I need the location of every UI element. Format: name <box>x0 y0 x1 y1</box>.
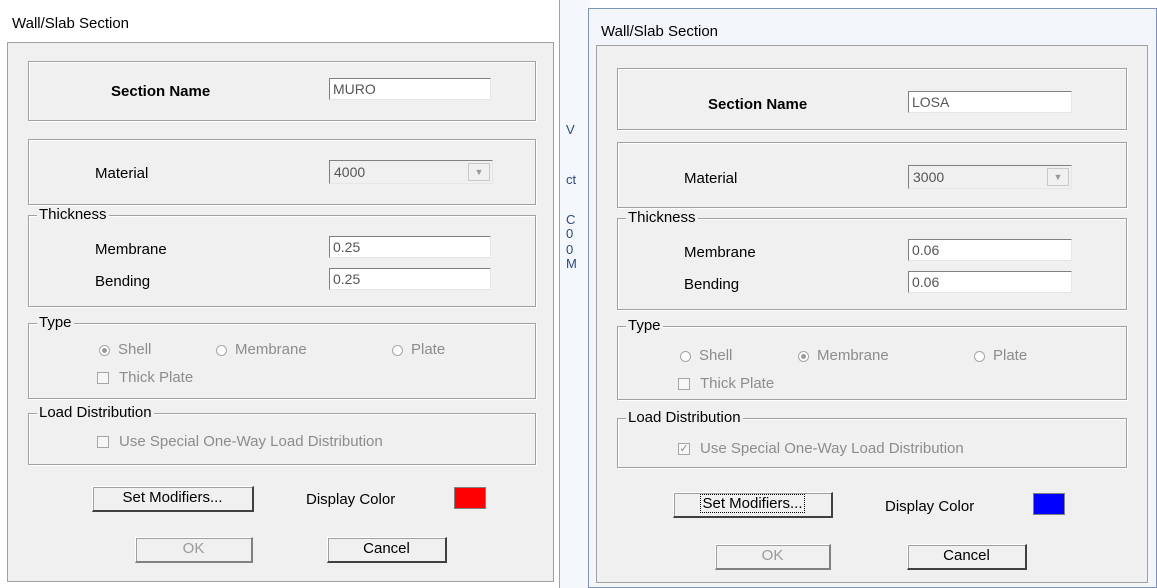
membrane-radio[interactable]: Membrane <box>216 341 307 359</box>
section-name-label: Section Name <box>111 83 211 100</box>
wall-slab-section-dialog-muro: Wall/Slab Section Section Name MURO Mate… <box>0 0 560 588</box>
radio-selected-icon <box>99 344 110 356</box>
material-dropdown[interactable]: 3000 ▼ <box>908 165 1072 189</box>
membrane-input[interactable]: 0.06 <box>908 239 1072 261</box>
checkmark-icon: ✓ <box>678 443 690 455</box>
ok-button[interactable]: OK <box>135 537 253 563</box>
radio-icon <box>392 344 403 356</box>
chevron-down-icon[interactable]: ▼ <box>468 163 490 181</box>
load-distribution-group: Load Distribution ✓ Use Special One-Way L… <box>617 409 1127 468</box>
set-modifiers-button[interactable]: Set Modifiers... <box>673 492 833 518</box>
dialog-title: Wall/Slab Section <box>12 15 129 32</box>
checkbox-icon <box>97 372 109 384</box>
thickness-legend: Thickness <box>37 206 109 224</box>
material-label: Material <box>95 165 149 182</box>
set-modifiers-button[interactable]: Set Modifiers... <box>92 486 254 512</box>
one-way-load-checkbox[interactable]: Use Special One-Way Load Distribution <box>97 433 383 451</box>
membrane-label: Membrane <box>684 244 756 261</box>
material-frame: Material 3000 ▼ <box>617 142 1127 208</box>
radio-icon <box>216 344 227 356</box>
load-distribution-group: Load Distribution Use Special One-Way Lo… <box>28 404 536 465</box>
checkbox-icon <box>678 378 690 390</box>
type-group: Type Shell Membrane Plate Thick Plate <box>617 317 1127 400</box>
background-text: 0 <box>566 242 574 257</box>
membrane-radio[interactable]: Membrane <box>798 347 889 365</box>
material-label: Material <box>684 170 738 187</box>
load-distribution-legend: Load Distribution <box>37 404 154 422</box>
load-distribution-legend: Load Distribution <box>626 409 743 427</box>
bending-input[interactable]: 0.25 <box>329 268 491 290</box>
background-window-fragment: V ct C 0 0 M <box>560 0 590 588</box>
type-legend: Type <box>37 314 74 332</box>
radio-icon <box>974 350 985 362</box>
membrane-input[interactable]: 0.25 <box>329 236 491 258</box>
thick-plate-checkbox[interactable]: Thick Plate <box>678 375 774 393</box>
section-name-frame: Section Name LOSA <box>617 68 1127 130</box>
title-bar[interactable]: Wall/Slab Section <box>0 0 559 42</box>
section-name-label: Section Name <box>708 96 808 113</box>
display-color-label: Display Color <box>306 491 396 508</box>
section-name-input[interactable]: LOSA <box>908 91 1072 113</box>
background-text: ct <box>566 172 577 187</box>
ok-button[interactable]: OK <box>715 544 831 570</box>
thickness-group: Thickness Membrane 0.25 Bending 0.25 <box>28 206 536 307</box>
display-color-label: Display Color <box>885 498 975 515</box>
thickness-legend: Thickness <box>626 209 698 227</box>
checkbox-icon <box>97 436 109 448</box>
section-name-frame: Section Name MURO <box>28 61 536 121</box>
wall-slab-section-dialog-losa: Wall/Slab Section Section Name LOSA Mate… <box>588 8 1157 588</box>
thick-plate-checkbox[interactable]: Thick Plate <box>97 369 193 387</box>
type-legend: Type <box>626 317 663 335</box>
plate-radio[interactable]: Plate <box>974 347 1027 365</box>
cancel-button[interactable]: Cancel <box>907 544 1027 570</box>
cancel-button[interactable]: Cancel <box>327 537 447 563</box>
display-color-swatch[interactable] <box>1033 493 1065 515</box>
material-value: 3000 <box>913 169 945 185</box>
plate-radio[interactable]: Plate <box>392 341 445 359</box>
membrane-label: Membrane <box>95 241 167 258</box>
background-text: C <box>566 212 576 227</box>
radio-selected-icon <box>798 350 809 362</box>
material-frame: Material 4000 ▼ <box>28 139 536 205</box>
background-text: M <box>566 256 577 271</box>
dialog-body: Section Name MURO Material 4000 ▼ Thickn… <box>7 42 554 582</box>
section-name-input[interactable]: MURO <box>329 78 491 100</box>
material-dropdown[interactable]: 4000 ▼ <box>329 160 493 184</box>
material-value: 4000 <box>334 164 366 180</box>
bending-input[interactable]: 0.06 <box>908 271 1072 293</box>
thickness-group: Thickness Membrane 0.06 Bending 0.06 <box>617 209 1127 310</box>
shell-radio[interactable]: Shell <box>680 347 732 365</box>
background-text: 0 <box>566 226 574 241</box>
bending-label: Bending <box>95 273 151 290</box>
dialog-body: Section Name LOSA Material 3000 ▼ Thickn… <box>596 45 1148 583</box>
chevron-down-icon[interactable]: ▼ <box>1047 168 1069 186</box>
radio-icon <box>680 350 691 362</box>
background-text: V <box>566 122 575 137</box>
shell-radio[interactable]: Shell <box>99 341 151 359</box>
dialog-title: Wall/Slab Section <box>601 23 718 40</box>
type-group: Type Shell Membrane Plate Thick Plate <box>28 314 536 399</box>
one-way-load-checkbox[interactable]: ✓ Use Special One-Way Load Distribution <box>678 440 964 458</box>
display-color-swatch[interactable] <box>454 487 486 509</box>
bending-label: Bending <box>684 276 740 293</box>
